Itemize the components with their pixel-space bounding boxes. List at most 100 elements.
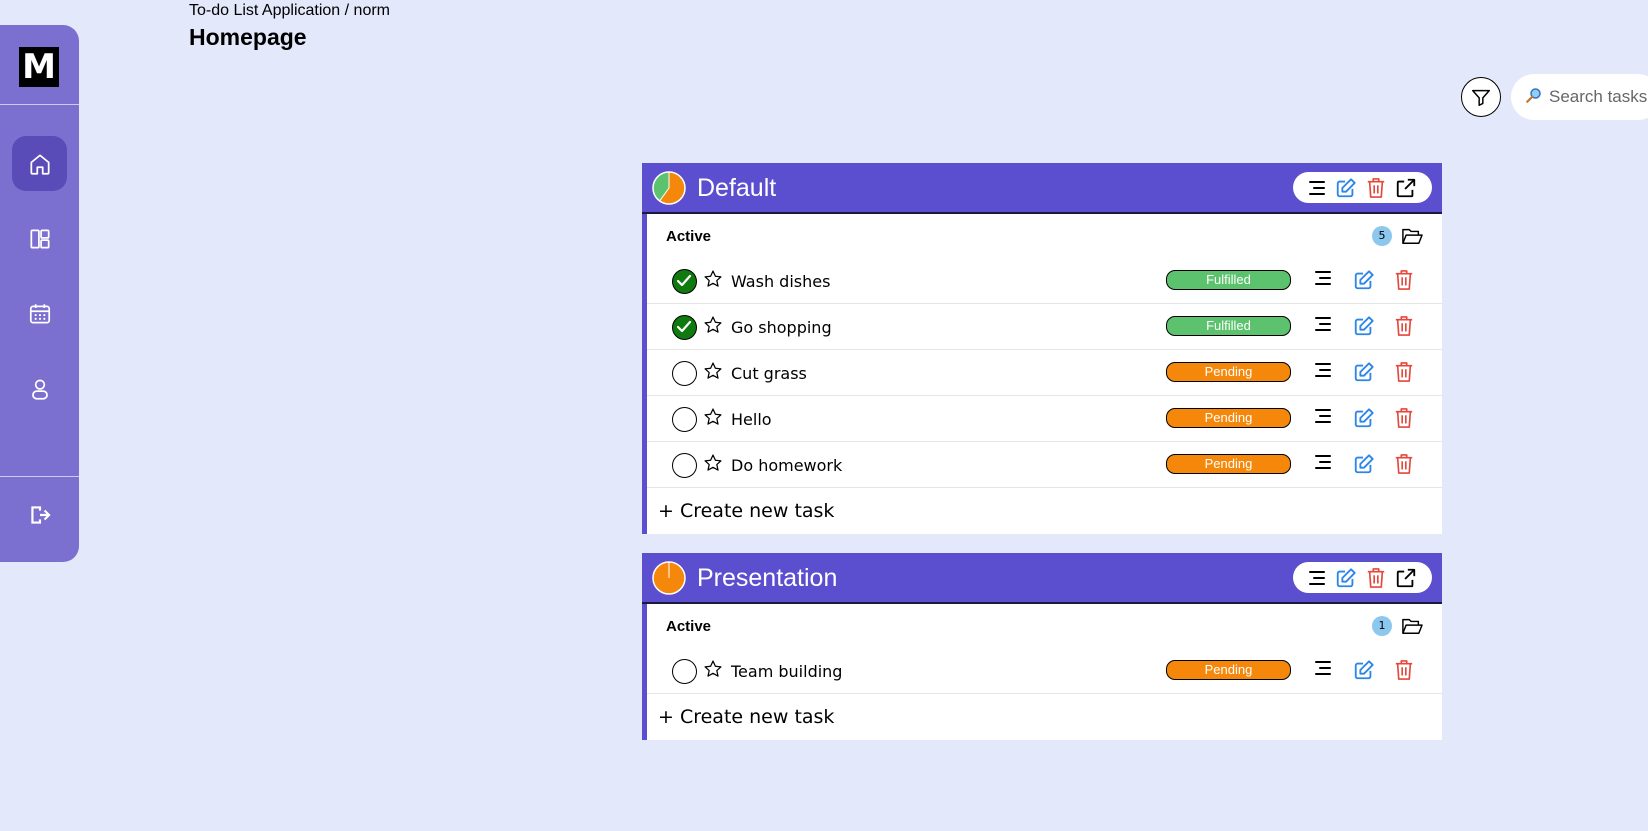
list-header: Presentation [642,553,1442,604]
task-details-icon[interactable] [1314,270,1332,290]
sidebar-item-calendar[interactable] [12,286,67,341]
calendar-icon [29,303,50,324]
section-header: Active 5 [647,214,1442,258]
star-icon[interactable] [703,407,723,431]
task-row: Hello Pending [647,396,1442,442]
sidebar-divider [0,104,79,105]
sidebar-item-home[interactable] [12,136,67,191]
task-details-icon[interactable] [1314,660,1332,680]
progress-pie-icon [652,171,686,205]
section-label: Active [666,228,712,245]
task-delete-icon[interactable] [1394,659,1414,685]
task-details-icon[interactable] [1314,408,1332,428]
status-badge: Pending [1166,362,1291,382]
list-details-icon[interactable] [1308,180,1326,196]
breadcrumb: To-do List Application / norm [189,2,390,19]
task-name: Team building [731,662,843,681]
star-icon[interactable] [703,659,723,683]
progress-pie-icon [652,561,686,595]
task-delete-icon[interactable] [1394,315,1414,341]
task-delete-icon[interactable] [1394,361,1414,387]
list-edit-icon[interactable] [1335,177,1357,199]
task-count-badge: 1 [1372,616,1392,636]
task-row: Go shopping Fulfilled [647,304,1442,350]
list-details-icon[interactable] [1308,570,1326,586]
folder-open-icon[interactable] [1401,226,1423,250]
task-details-icon[interactable] [1314,316,1332,336]
list-body: Active 1 Team building Pending + Create … [642,604,1442,740]
section-header: Active 1 [647,604,1442,648]
create-task-label: + Create new task [658,500,835,522]
star-icon[interactable] [703,269,723,293]
list-toolbar [1293,562,1432,593]
status-badge: Pending [1166,408,1291,428]
task-row: Team building Pending [647,648,1442,694]
home-icon [29,153,50,175]
status-badge: Fulfilled [1166,316,1291,336]
task-complete-checkbox[interactable] [672,361,697,386]
list-title: Presentation [697,564,838,592]
task-name: Do homework [731,456,843,475]
search-icon [1525,86,1543,108]
list-delete-icon[interactable] [1366,177,1386,199]
task-row: Do homework Pending [647,442,1442,488]
list-open-external-icon[interactable] [1395,567,1417,589]
create-task-button[interactable]: + Create new task [647,694,1442,740]
list-open-external-icon[interactable] [1395,177,1417,199]
task-row: Wash dishes Fulfilled [647,258,1442,304]
filter-button[interactable] [1461,77,1501,117]
create-task-label: + Create new task [658,706,835,728]
filter-icon [1472,89,1490,106]
page-title: Homepage [189,24,307,50]
task-list-card: Presentation Active 1 Team building Pend… [642,553,1442,740]
task-edit-icon[interactable] [1353,361,1375,387]
sidebar: M [0,25,79,562]
task-count-badge: 5 [1372,226,1392,246]
star-icon[interactable] [703,315,723,339]
create-task-button[interactable]: + Create new task [647,488,1442,534]
list-header: Default [642,163,1442,214]
task-details-icon[interactable] [1314,362,1332,382]
status-badge: Pending [1166,660,1291,680]
star-icon[interactable] [703,361,723,385]
folder-open-icon[interactable] [1401,616,1423,640]
task-list-card: Default Active 5 Wash dishes Fulfilled G… [642,163,1442,534]
task-name: Go shopping [731,318,832,337]
task-edit-icon[interactable] [1353,315,1375,341]
logout-button[interactable] [12,487,67,542]
list-edit-icon[interactable] [1335,567,1357,589]
sidebar-item-dashboard[interactable] [12,211,67,266]
search-input[interactable] [1549,87,1648,107]
task-complete-checkbox[interactable] [672,407,697,432]
section-label: Active [666,618,712,635]
task-name: Wash dishes [731,272,831,291]
list-title: Default [697,174,777,202]
list-delete-icon[interactable] [1366,567,1386,589]
sidebar-divider [0,476,79,477]
task-edit-icon[interactable] [1353,659,1375,685]
list-body: Active 5 Wash dishes Fulfilled Go shoppi… [642,214,1442,534]
app-logo[interactable]: M [19,47,59,87]
task-delete-icon[interactable] [1394,407,1414,433]
logout-icon [30,505,51,524]
sidebar-item-profile[interactable] [12,361,67,416]
task-edit-icon[interactable] [1353,269,1375,295]
task-edit-icon[interactable] [1353,453,1375,479]
dashboard-icon [29,228,50,249]
status-badge: Fulfilled [1166,270,1291,290]
star-icon[interactable] [703,453,723,477]
task-delete-icon[interactable] [1394,453,1414,479]
task-row: Cut grass Pending [647,350,1442,396]
task-delete-icon[interactable] [1394,269,1414,295]
task-complete-checkbox[interactable] [672,315,697,340]
task-name: Hello [731,410,772,429]
task-edit-icon[interactable] [1353,407,1375,433]
task-details-icon[interactable] [1314,454,1332,474]
task-complete-checkbox[interactable] [672,269,697,294]
search-box [1511,74,1648,120]
status-badge: Pending [1166,454,1291,474]
task-complete-checkbox[interactable] [672,453,697,478]
task-complete-checkbox[interactable] [672,659,697,684]
user-icon [31,378,48,400]
list-toolbar [1293,172,1432,203]
